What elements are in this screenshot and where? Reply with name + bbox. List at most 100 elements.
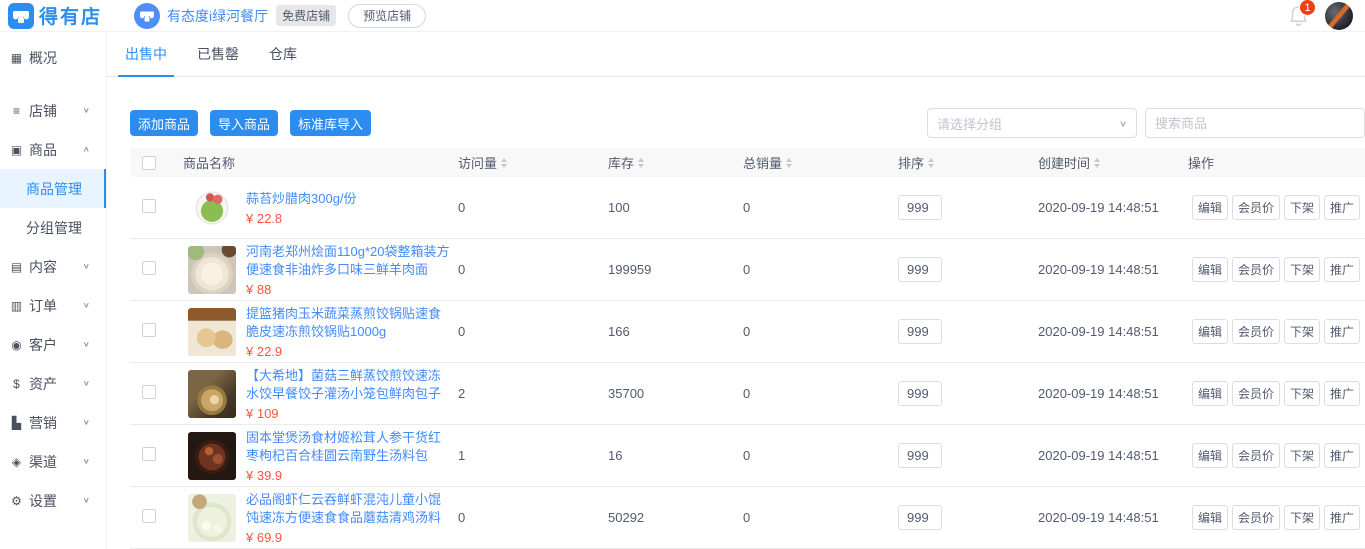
actions-cell: 编辑 会员价 下架 推广 <box>1180 319 1365 344</box>
promote-button[interactable]: 推广 <box>1324 381 1360 406</box>
sidebar-item-label: 商品 <box>29 140 57 160</box>
tab-warehouse[interactable]: 仓库 <box>269 32 297 76</box>
row-checkbox[interactable] <box>142 199 156 213</box>
sidebar-item-goods[interactable]: ▣ 商品 ∧ <box>0 130 106 169</box>
take-down-button[interactable]: 下架 <box>1284 505 1320 530</box>
sort-icon <box>928 158 934 168</box>
chevron-down-icon: ∨ <box>83 106 90 114</box>
visits-cell: 0 <box>450 200 600 215</box>
promote-button[interactable]: 推广 <box>1324 319 1360 344</box>
row-checkbox[interactable] <box>142 261 156 275</box>
import-product-button[interactable]: 导入商品 <box>210 110 278 136</box>
sidebar-item-group-management[interactable]: 分组管理 <box>0 208 106 247</box>
sidebar-item-label: 渠道 <box>29 452 57 472</box>
store-name[interactable]: 有态度i绿河餐厅 <box>167 6 268 26</box>
sidebar-item-label: 店铺 <box>29 101 57 121</box>
product-name-link[interactable]: 固本堂煲汤食材姬松茸人参干货红枣枸杞百合桂圆云南野生汤料包 <box>246 429 450 465</box>
sidebar-item-customers[interactable]: ◉ 客户 ∨ <box>0 325 106 364</box>
sidebar-item-product-management[interactable]: 商品管理 <box>0 169 106 208</box>
table-row: 【大希地】菌菇三鲜蒸饺煎饺速冻水饺早餐饺子灌汤小笼包鲜肉包子 ¥ 109 2 3… <box>130 363 1365 425</box>
actions-cell: 编辑 会员价 下架 推广 <box>1180 195 1365 220</box>
product-name-link[interactable]: 【大希地】菌菇三鲜蒸饺煎饺速冻水饺早餐饺子灌汤小笼包鲜肉包子 <box>246 367 450 403</box>
column-header-sort-order[interactable]: 排序 <box>890 153 1030 172</box>
member-price-button[interactable]: 会员价 <box>1232 443 1280 468</box>
sidebar-item-content[interactable]: ▤ 内容 ∨ <box>0 247 106 286</box>
sidebar-item-marketing[interactable]: ▙ 营销 ∨ <box>0 403 106 442</box>
edit-button[interactable]: 编辑 <box>1192 381 1228 406</box>
total-sales-cell: 0 <box>735 324 890 339</box>
product-name-link[interactable]: 提篮猪肉玉米蔬菜蒸煎饺锅贴速食脆皮速冻煎饺锅贴1000g <box>246 305 450 341</box>
visits-cell: 0 <box>450 510 600 525</box>
edit-button[interactable]: 编辑 <box>1192 505 1228 530</box>
column-header-created-time[interactable]: 创建时间 <box>1030 153 1180 172</box>
standard-library-import-button[interactable]: 标准库导入 <box>290 110 371 136</box>
sort-order-input[interactable] <box>898 381 942 406</box>
chevron-down-icon: ∨ <box>83 262 90 270</box>
sidebar-item-settings[interactable]: ⚙ 设置 ∨ <box>0 481 106 520</box>
stock-cell: 50292 <box>600 510 735 525</box>
product-name-link[interactable]: 必品阁虾仁云吞鲜虾混沌儿童小馄饨速冻方便速食食品蘑菇清鸡汤料 <box>246 491 450 527</box>
sidebar-item-overview[interactable]: ▦ 概况 <box>0 38 106 77</box>
member-price-button[interactable]: 会员价 <box>1232 195 1280 220</box>
sort-order-input[interactable] <box>898 443 942 468</box>
column-header-visits[interactable]: 访问量 <box>450 153 600 172</box>
column-header-stock[interactable]: 库存 <box>600 153 735 172</box>
notification-bell-button[interactable]: 1 <box>1288 4 1309 28</box>
row-checkbox[interactable] <box>142 447 156 461</box>
sidebar-item-channels[interactable]: ◈ 渠道 ∨ <box>0 442 106 481</box>
member-price-button[interactable]: 会员价 <box>1232 319 1280 344</box>
group-select[interactable]: 请选择分组 ∨ <box>927 108 1137 138</box>
sort-order-input[interactable] <box>898 195 942 220</box>
row-checkbox[interactable] <box>142 385 156 399</box>
settings-gear-icon: ⚙ <box>9 494 24 508</box>
product-info: 【大希地】菌菇三鲜蒸饺煎饺速冻水饺早餐饺子灌汤小笼包鲜肉包子 ¥ 109 <box>246 367 450 421</box>
promote-button[interactable]: 推广 <box>1324 505 1360 530</box>
user-avatar[interactable] <box>1325 2 1353 30</box>
member-price-button[interactable]: 会员价 <box>1232 381 1280 406</box>
product-image <box>188 432 236 480</box>
sort-order-input[interactable] <box>898 319 942 344</box>
actions-cell: 编辑 会员价 下架 推广 <box>1180 381 1365 406</box>
member-price-button[interactable]: 会员价 <box>1232 505 1280 530</box>
take-down-button[interactable]: 下架 <box>1284 381 1320 406</box>
take-down-button[interactable]: 下架 <box>1284 257 1320 282</box>
promote-button[interactable]: 推广 <box>1324 443 1360 468</box>
total-sales-cell: 0 <box>735 448 890 463</box>
sort-icon <box>638 158 644 168</box>
add-product-button[interactable]: 添加商品 <box>130 110 198 136</box>
visits-cell: 0 <box>450 262 600 277</box>
member-price-button[interactable]: 会员价 <box>1232 257 1280 282</box>
tab-sold-out[interactable]: 已售罄 <box>197 32 239 76</box>
product-name-link[interactable]: 河南老郑州烩面110g*20袋整箱装方便速食非油炸多口味三鲜羊肉面 <box>246 243 450 279</box>
tab-on-sale[interactable]: 出售中 <box>125 32 167 76</box>
product-name-link[interactable]: 蒜苔炒腊肉300g/份 <box>246 190 357 208</box>
take-down-button[interactable]: 下架 <box>1284 319 1320 344</box>
chevron-up-icon: ∧ <box>83 145 90 153</box>
sidebar-item-orders[interactable]: ▥ 订单 ∨ <box>0 286 106 325</box>
column-header-total-sales[interactable]: 总销量 <box>735 153 890 172</box>
sidebar-item-shop[interactable]: ≡ 店铺 ∨ <box>0 91 106 130</box>
sidebar-item-assets[interactable]: $ 资产 ∨ <box>0 364 106 403</box>
product-image <box>188 494 236 542</box>
app-logo[interactable]: 得有店 <box>8 2 110 29</box>
edit-button[interactable]: 编辑 <box>1192 195 1228 220</box>
sort-order-input[interactable] <box>898 505 942 530</box>
edit-button[interactable]: 编辑 <box>1192 257 1228 282</box>
promote-button[interactable]: 推广 <box>1324 195 1360 220</box>
preview-store-button[interactable]: 预览店铺 <box>348 4 426 28</box>
store-icon <box>134 3 160 29</box>
created-time-cell: 2020-09-19 14:48:51 <box>1030 448 1180 463</box>
table-row: 提篮猪肉玉米蔬菜蒸煎饺锅贴速食脆皮速冻煎饺锅贴1000g ¥ 22.9 0 16… <box>130 301 1365 363</box>
row-checkbox[interactable] <box>142 323 156 337</box>
store-plan-badge: 免费店铺 <box>276 5 336 26</box>
search-product-input[interactable] <box>1145 108 1365 138</box>
sort-order-input[interactable] <box>898 257 942 282</box>
product-cell: 河南老郑州烩面110g*20袋整箱装方便速食非油炸多口味三鲜羊肉面 ¥ 88 <box>175 243 450 297</box>
promote-button[interactable]: 推广 <box>1324 257 1360 282</box>
select-all-checkbox[interactable] <box>142 156 156 170</box>
edit-button[interactable]: 编辑 <box>1192 319 1228 344</box>
row-checkbox[interactable] <box>142 509 156 523</box>
edit-button[interactable]: 编辑 <box>1192 443 1228 468</box>
take-down-button[interactable]: 下架 <box>1284 195 1320 220</box>
take-down-button[interactable]: 下架 <box>1284 443 1320 468</box>
